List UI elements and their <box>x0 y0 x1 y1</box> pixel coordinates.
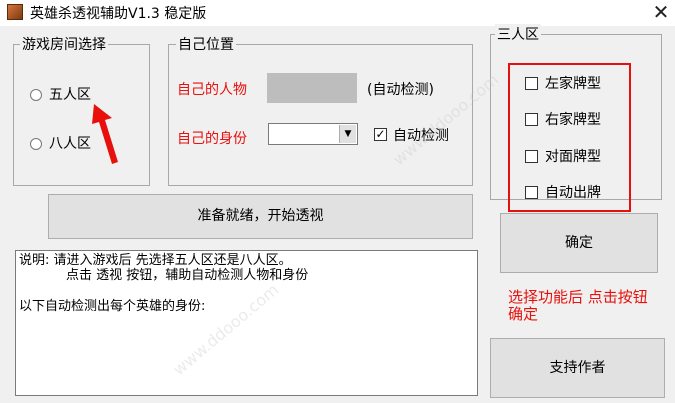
description-box[interactable]: 说明: 请进入游戏后 先选择五人区还是八人区。 点击 透视 按钮，辅助自动检测人… <box>15 250 478 396</box>
radio-eight-player-label[interactable]: 八人区 <box>49 133 91 153</box>
app-icon <box>7 4 23 20</box>
confirm-button[interactable]: 确定 <box>500 213 658 273</box>
checkbox-right-hand[interactable] <box>525 113 538 126</box>
checkbox-left-hand-label[interactable]: 左家牌型 <box>545 73 601 93</box>
checkbox-auto-play[interactable] <box>525 186 538 199</box>
auto-detect-checkbox-label[interactable]: 自动检测 <box>393 125 449 145</box>
description-line-1: 说明: 请进入游戏后 先选择五人区还是八人区。 <box>19 253 292 268</box>
description-line-3: 以下自动检测出每个英雄的身份: <box>19 299 206 314</box>
description-line-2: 点击 透视 按钮，辅助自动检测人物和身份 <box>66 268 309 283</box>
radio-five-player-label[interactable]: 五人区 <box>49 84 91 104</box>
own-position-legend: 自己位置 <box>176 34 236 54</box>
support-author-button[interactable]: 支持作者 <box>490 338 665 398</box>
start-view-button[interactable]: 准备就绪，开始透视 <box>48 194 473 239</box>
own-identity-label: 自己的身份 <box>177 131 247 147</box>
red-arrow-annotation <box>92 104 118 164</box>
radio-five-player[interactable] <box>30 89 42 101</box>
checkbox-auto-play-label[interactable]: 自动出牌 <box>545 182 601 202</box>
checkbox-right-hand-label[interactable]: 右家牌型 <box>545 109 601 129</box>
auto-detect-checkbox[interactable]: ✓ <box>374 128 387 141</box>
checkbox-opposite-hand-label[interactable]: 对面牌型 <box>545 146 601 166</box>
close-icon[interactable]: ✕ <box>648 0 674 26</box>
chevron-down-icon[interactable]: ▼ <box>339 125 356 143</box>
room-select-legend: 游戏房间选择 <box>20 34 108 54</box>
checkbox-opposite-hand[interactable] <box>525 150 538 163</box>
radio-eight-player[interactable] <box>30 138 42 150</box>
three-player-legend: 三人区 <box>495 24 541 44</box>
own-character-display <box>267 73 357 103</box>
auto-detect-note: (自动检测) <box>367 82 434 98</box>
hint-text: 选择功能后 点击按钮确定 <box>508 288 648 323</box>
own-position-group <box>168 44 473 186</box>
window-title: 英雄杀透视辅助V1.3 稳定版 <box>30 6 207 22</box>
checkbox-left-hand[interactable] <box>525 77 538 90</box>
identity-select[interactable]: ▼ <box>268 123 358 145</box>
own-character-label: 自己的人物 <box>177 82 247 98</box>
